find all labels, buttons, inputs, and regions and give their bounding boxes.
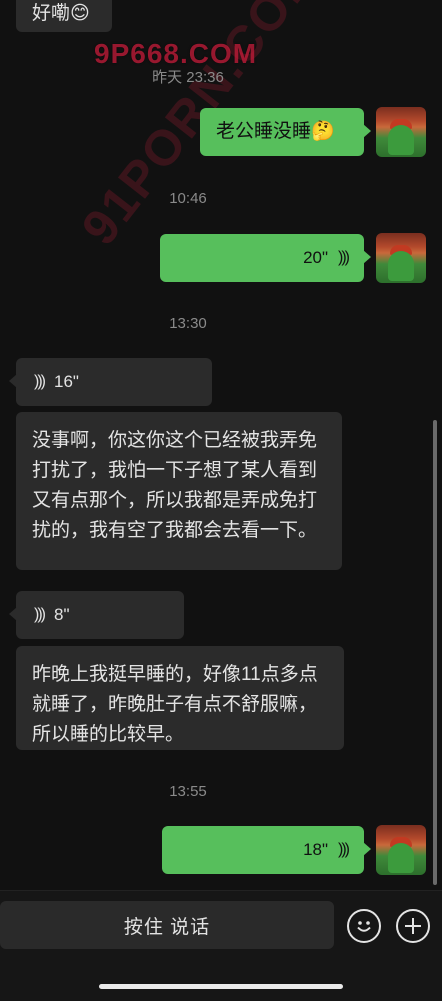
- voice-message-other[interactable]: ))) 16": [9, 358, 212, 406]
- emoji-icon[interactable]: [347, 909, 381, 943]
- plus-icon[interactable]: [396, 909, 430, 943]
- voice-wave-icon: ))): [34, 373, 46, 390]
- timestamp: 13:55: [169, 783, 207, 800]
- voice-duration: 8": [53, 605, 70, 624]
- timestamp: 10:46: [169, 190, 207, 207]
- voice-message-other[interactable]: ))) 8": [9, 591, 184, 639]
- message-text: 老公睡没睡🤔: [216, 121, 335, 142]
- voice-wave-icon: ))): [338, 249, 350, 266]
- voice-duration: 18": [303, 840, 329, 859]
- message-bubble-other[interactable]: 没事啊，你这你这个已经被我弄免打扰了，我怕一下子想了某人看到又有点那个，所以我都…: [16, 412, 342, 570]
- voice-message-mine[interactable]: 18" ))): [162, 826, 371, 874]
- message-text: 没事啊，你这你这个已经被我弄免打扰了，我怕一下子想了某人看到又有点那个，所以我都…: [32, 430, 318, 541]
- message-text: 好嘞😊: [32, 3, 90, 24]
- timestamp: 13:30: [169, 315, 207, 332]
- hold-to-talk-button[interactable]: 按住 说话: [0, 901, 334, 949]
- chat-area[interactable]: 好嘞😊 9P668.COM 91PORN.COM 昨天 23:36 老公睡没睡🤔…: [0, 0, 442, 890]
- voice-duration: 16": [53, 372, 79, 391]
- voice-wave-icon: ))): [338, 841, 350, 858]
- my-avatar[interactable]: [376, 233, 426, 283]
- voice-duration: 20": [303, 248, 329, 267]
- message-bubble-mine[interactable]: 老公睡没睡🤔: [200, 108, 371, 156]
- voice-wave-icon: ))): [34, 606, 46, 623]
- my-avatar[interactable]: [376, 107, 426, 157]
- voice-message-mine[interactable]: 20" ))): [160, 234, 371, 282]
- message-bubble-partial[interactable]: 好嘞😊: [16, 0, 112, 32]
- my-avatar[interactable]: [376, 825, 426, 875]
- timestamp: 昨天 23:36: [152, 69, 224, 86]
- message-text: 昨晚上我挺早睡的，好像11点多点就睡了，昨晚肚子有点不舒服嘛，所以睡的比较早。: [32, 664, 318, 745]
- message-bubble-other[interactable]: 昨晚上我挺早睡的，好像11点多点就睡了，昨晚肚子有点不舒服嘛，所以睡的比较早。: [16, 646, 344, 750]
- home-indicator: [99, 984, 343, 989]
- scrollbar[interactable]: [433, 420, 437, 885]
